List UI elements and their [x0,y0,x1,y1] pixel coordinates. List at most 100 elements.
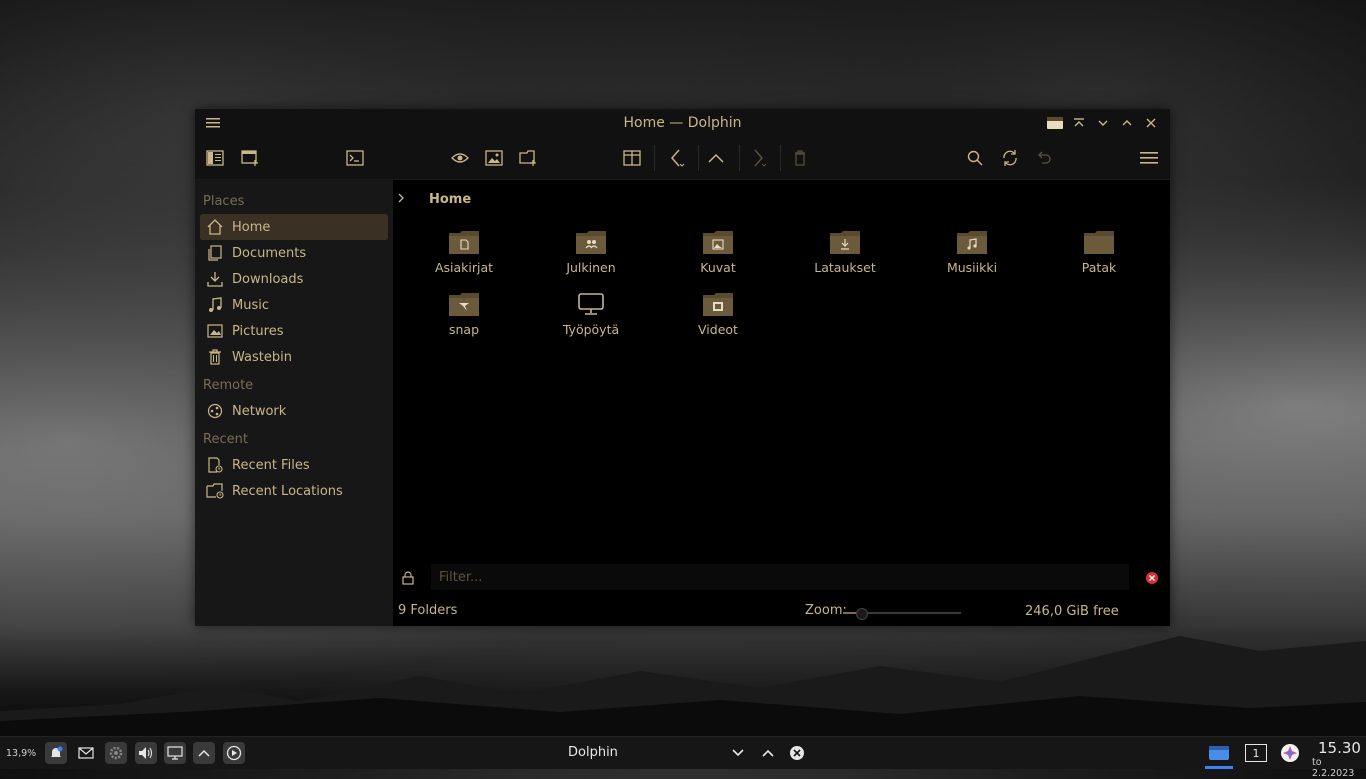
sidebar-item-wastebin[interactable]: Wastebin [200,344,388,370]
sidebar-item-label: Home [232,219,271,235]
search-icon[interactable] [964,147,986,169]
maximize-icon[interactable] [1117,113,1137,133]
volume-icon[interactable] [135,742,157,764]
trash-delete-icon[interactable] [789,147,811,169]
folder-item[interactable]: Kuvat [663,230,773,290]
folder-icon [1084,231,1114,254]
sidebar-item-documents[interactable]: Documents [200,240,388,266]
folder-document-icon [449,231,479,254]
folder-name: snap [448,322,480,337]
up-icon[interactable] [705,147,727,169]
recent-locations-icon [206,482,224,500]
keep-above-icon[interactable] [1069,113,1089,133]
sidebar-item-music[interactable]: Music [200,292,388,318]
image-view-icon[interactable] [483,147,505,169]
notifications-icon[interactable] [45,742,67,764]
settings-icon[interactable] [105,742,127,764]
chevron-right-icon[interactable] [397,192,411,207]
zoom-slider-handle[interactable] [856,608,868,620]
app-menu-icon[interactable] [1138,147,1160,169]
zoom-slider[interactable] [843,608,961,620]
terminal-icon[interactable] [344,147,366,169]
folder-pictures-icon [703,231,733,254]
file-manager-task-icon[interactable] [1208,742,1230,764]
sidebar-item-label: Wastebin [232,349,292,365]
new-window-icon[interactable] [239,147,261,169]
back-icon[interactable] [665,147,687,169]
folder-item[interactable]: Videot [663,292,773,352]
preview-eye-icon[interactable] [449,147,471,169]
folder-name: Patak [1081,260,1117,275]
chevron-down-icon[interactable] [727,742,749,764]
folder-item[interactable]: Julkinen [536,230,646,290]
undo-icon[interactable] [1033,147,1055,169]
mail-icon[interactable] [75,742,97,764]
virtual-desktop-number: 1 [1245,744,1267,762]
status-bar: 9 Folders Zoom: 246,0 GiB free [393,600,1170,626]
chevron-up-icon[interactable] [193,742,215,764]
places-panel: Places Home Documents Downloads Music Pi… [195,180,393,626]
clock-time[interactable]: 15.30 [1318,739,1361,757]
split-view-icon[interactable] [621,147,643,169]
virtual-desktop-pager[interactable]: 1 [1245,742,1267,764]
folder-item[interactable]: Patak [1044,230,1154,290]
sidebar-item-home[interactable]: Home [200,214,388,240]
folder-music-icon [957,231,987,254]
folder-item[interactable]: Työpöytä [536,292,646,352]
sidebar-item-label: Music [232,297,269,313]
downloads-icon [206,270,224,288]
sidebar-item-recent-locations[interactable]: Recent Locations [200,478,388,504]
music-icon [206,296,224,314]
active-task-title[interactable]: Dolphin [568,745,618,760]
forward-icon[interactable] [747,147,769,169]
folder-name: Asiakirjat [434,260,494,275]
media-player-icon[interactable] [223,742,245,764]
taskbar: 13,9% Dolphin 1 15.30 to 2.2.2023 [0,736,1366,779]
dolphin-app-icon [1045,113,1065,133]
file-view: Home Asiakirjat Julkinen Kuvat Lataukset… [393,180,1170,626]
section-heading-recent: Recent [203,432,248,447]
sidebar-item-label: Recent Files [232,457,310,473]
clear-filter-icon[interactable] [1145,570,1159,589]
sidebar-item-network[interactable]: Network [200,398,388,424]
folder-item[interactable]: snap [409,292,519,352]
sidebar-item-label: Pictures [232,323,284,339]
filter-bar [393,562,1170,592]
sidebar-item-label: Recent Locations [232,483,343,499]
toolbar-separator [654,145,655,171]
lock-icon[interactable] [402,570,414,589]
reload-icon[interactable] [999,147,1021,169]
folder-item[interactable]: Lataukset [790,230,900,290]
section-heading-places: Places [203,194,245,209]
sidebar-item-label: Documents [232,245,307,261]
pictures-icon [206,322,224,340]
sidebar-item-downloads[interactable]: Downloads [200,266,388,292]
toggle-places-icon[interactable] [204,147,226,169]
folder-item[interactable]: Musiikki [917,230,1027,290]
section-heading-remote: Remote [203,378,254,393]
minimize-icon[interactable] [1093,113,1113,133]
display-icon[interactable] [164,742,186,764]
filter-input[interactable] [431,564,1129,590]
close-task-icon[interactable] [786,742,808,764]
folder-name: Videot [698,322,738,337]
chevron-up-icon[interactable] [757,742,779,764]
folder-name: Kuvat [700,260,736,275]
folder-item[interactable]: Asiakirjat [409,230,519,290]
sidebar-item-label: Network [232,403,287,419]
close-icon[interactable] [1141,113,1161,133]
dolphin-window: Home — Dolphin Places Home Documents Dow… [195,109,1170,626]
home-icon [206,218,224,236]
cpu-usage: 13,9% [6,748,37,759]
folder-downloads-icon [830,231,860,254]
breadcrumb-home[interactable]: Home [429,192,471,207]
sidebar-item-label: Downloads [232,271,304,287]
sidebar-item-pictures[interactable]: Pictures [200,318,388,344]
app-launcher-icon[interactable] [1279,742,1301,764]
sidebar-item-recent-files[interactable]: Recent Files [200,452,388,478]
free-space: 246,0 GiB free [1025,604,1119,619]
recent-files-icon [206,456,224,474]
new-tab-icon[interactable] [517,147,539,169]
toolbar-separator [698,145,699,171]
folder-name: Lataukset [814,260,876,275]
